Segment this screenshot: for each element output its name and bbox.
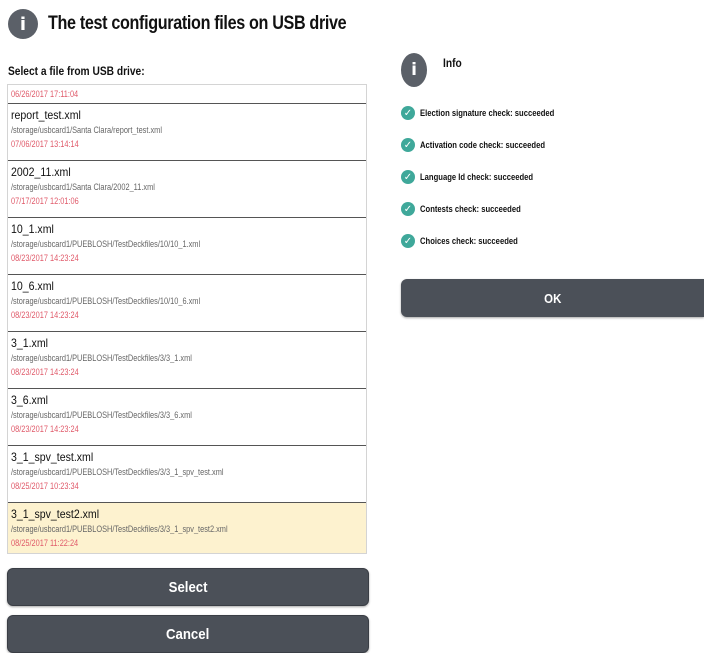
file-path: /storage/usbcard1/PUEBLOSH/TestDeckfiles… xyxy=(11,524,228,534)
file-name: 3_1.xml xyxy=(11,336,48,350)
page-header: i The test configuration files on USB dr… xyxy=(8,6,399,42)
file-path: /storage/usbcard1/PUEBLOSH/TestDeckfiles… xyxy=(11,296,201,306)
info-icon: i xyxy=(401,53,427,87)
check-text: Language Id check: succeeded xyxy=(420,172,534,182)
file-list[interactable]: 06/26/2017 17:11:04 report_test.xml /sto… xyxy=(7,84,367,554)
check-row: ✓ Language Id check: succeeded xyxy=(401,170,553,184)
check-circle-icon: ✓ xyxy=(401,234,415,248)
file-name: 10_1.xml xyxy=(11,222,54,236)
check-text: Activation code check: succeeded xyxy=(420,140,546,150)
info-header: i Info xyxy=(401,48,704,92)
file-path: /storage/usbcard1/Santa Clara/2002_11.xm… xyxy=(11,182,155,192)
file-name: 2002_11.xml xyxy=(11,165,71,179)
file-date: 08/23/2017 14:23:24 xyxy=(11,253,79,263)
file-select-label: Select a file from USB drive: xyxy=(8,64,145,78)
cancel-button-label: Cancel xyxy=(166,625,210,643)
file-date: 07/17/2017 12:01:06 xyxy=(11,196,79,206)
file-date: 08/25/2017 11:22:24 xyxy=(11,538,79,548)
check-row: ✓ Activation code check: succeeded xyxy=(401,138,567,152)
file-date: 06/26/2017 17:11:04 xyxy=(11,89,79,99)
file-row-selected[interactable]: 3_1_spv_test2.xml /storage/usbcard1/PUEB… xyxy=(8,503,366,553)
file-name: 10_6.xml xyxy=(11,279,54,293)
check-text: Choices check: succeeded xyxy=(420,236,518,246)
info-panel: i Info ✓ Election signature check: succe… xyxy=(401,48,704,248)
check-row: ✓ Choices check: succeeded xyxy=(401,234,535,248)
check-row: ✓ Election signature check: succeeded xyxy=(401,106,578,120)
file-row[interactable]: 10_1.xml /storage/usbcard1/PUEBLOSH/Test… xyxy=(8,218,366,275)
file-row[interactable]: 3_6.xml /storage/usbcard1/PUEBLOSH/TestD… xyxy=(8,389,366,446)
file-path: /storage/usbcard1/PUEBLOSH/TestDeckfiles… xyxy=(11,239,201,249)
file-name: report_test.xml xyxy=(11,108,81,122)
file-row[interactable]: 3_1_spv_test.xml /storage/usbcard1/PUEBL… xyxy=(8,446,366,503)
check-circle-icon: ✓ xyxy=(401,106,415,120)
file-row[interactable]: report_test.xml /storage/usbcard1/Santa … xyxy=(8,104,366,161)
page-title: The test configuration files on USB driv… xyxy=(48,13,347,34)
file-path: /storage/usbcard1/Santa Clara/report_tes… xyxy=(11,125,162,135)
info-icon: i xyxy=(8,9,38,39)
file-row[interactable]: 2002_11.xml /storage/usbcard1/Santa Clar… xyxy=(8,161,366,218)
file-row[interactable]: 3_1.xml /storage/usbcard1/PUEBLOSH/TestD… xyxy=(8,332,366,389)
ok-button-label: OK xyxy=(543,290,562,306)
check-row: ✓ Contests check: succeeded xyxy=(401,202,539,216)
check-text: Contests check: succeeded xyxy=(420,204,521,214)
check-circle-icon: ✓ xyxy=(401,170,415,184)
check-circle-icon: ✓ xyxy=(401,138,415,152)
file-date: 08/23/2017 14:23:24 xyxy=(11,310,79,320)
file-path: /storage/usbcard1/PUEBLOSH/TestDeckfiles… xyxy=(11,410,192,420)
file-date: 07/06/2017 13:14:14 xyxy=(11,139,79,149)
file-path: /storage/usbcard1/PUEBLOSH/TestDeckfiles… xyxy=(11,467,224,477)
file-name: 3_1_spv_test2.xml xyxy=(11,507,100,521)
cancel-button[interactable]: Cancel xyxy=(7,615,369,653)
file-path: /storage/usbcard1/PUEBLOSH/TestDeckfiles… xyxy=(11,353,192,363)
info-title: Info xyxy=(443,56,462,70)
file-name: 3_6.xml xyxy=(11,393,48,407)
file-name: 3_1_spv_test.xml xyxy=(11,450,94,464)
check-circle-icon: ✓ xyxy=(401,202,415,216)
file-row-partial[interactable]: 06/26/2017 17:11:04 xyxy=(8,85,366,104)
check-text: Election signature check: succeeded xyxy=(420,108,555,118)
select-button[interactable]: Select xyxy=(7,568,369,606)
file-date: 08/23/2017 14:23:24 xyxy=(11,424,79,434)
file-row[interactable]: 10_6.xml /storage/usbcard1/PUEBLOSH/Test… xyxy=(8,275,366,332)
select-button-label: Select xyxy=(168,578,208,596)
ok-button[interactable]: OK xyxy=(401,279,704,317)
file-date: 08/25/2017 10:23:34 xyxy=(11,481,79,491)
file-date: 08/23/2017 14:23:24 xyxy=(11,367,79,377)
